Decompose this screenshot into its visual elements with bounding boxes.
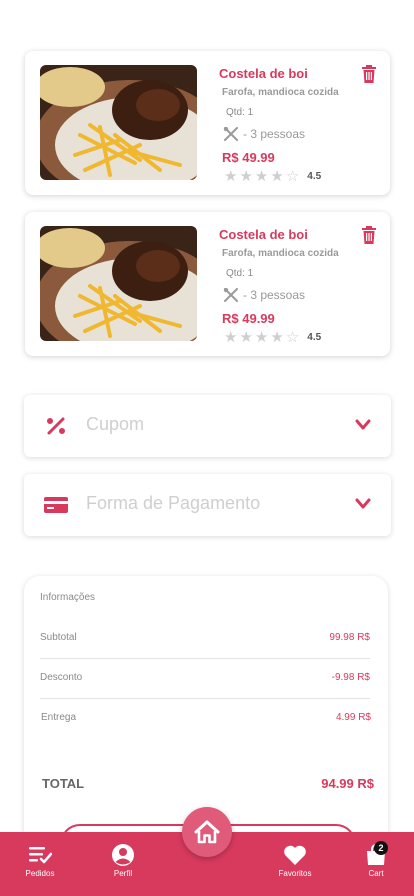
delivery-value: 4.99 R$ bbox=[335, 712, 371, 723]
rating-score: 4.5 bbox=[307, 332, 322, 343]
tab-cart[interactable]: Cart 2 bbox=[346, 841, 406, 878]
item-price: R$ 49.99 bbox=[222, 150, 275, 165]
tab-favorites-label: Favoritos bbox=[278, 869, 312, 878]
user-circle-icon bbox=[112, 844, 134, 866]
total-value: 94.99 R$ bbox=[321, 776, 374, 791]
delivery-label: Entrega bbox=[41, 712, 77, 723]
tab-favorites[interactable]: Favoritos bbox=[265, 844, 325, 878]
tab-orders[interactable]: Pedidos bbox=[10, 844, 70, 878]
payment-method-selector[interactable]: Forma de Pagamento bbox=[24, 474, 391, 536]
item-serves: - 3 pessoas bbox=[223, 288, 305, 302]
home-button[interactable] bbox=[182, 807, 232, 857]
rating-score: 4.5 bbox=[307, 171, 322, 182]
item-title: Costela de boi bbox=[219, 227, 308, 242]
star-icon: ★ bbox=[224, 168, 238, 185]
trash-icon[interactable] bbox=[362, 65, 376, 83]
item-price: R$ 49.99 bbox=[222, 311, 275, 326]
discount-label: Desconto bbox=[40, 672, 83, 683]
discount-value: -9.98 R$ bbox=[331, 672, 370, 683]
item-rating: ★ ★ ★ ★ ☆ 4.5 bbox=[224, 169, 321, 184]
chevron-down-icon[interactable] bbox=[355, 419, 371, 431]
item-quantity: Qtd: 1 bbox=[226, 268, 254, 279]
chevron-down-icon[interactable] bbox=[355, 498, 371, 510]
star-icon: ★ bbox=[270, 168, 284, 185]
tab-orders-label: Pedidos bbox=[25, 869, 55, 878]
total-label: TOTAL bbox=[42, 776, 85, 791]
tab-profile-label: Perfil bbox=[113, 869, 133, 878]
food-photo bbox=[40, 226, 197, 341]
item-description: Farofa, mandioca cozida bbox=[222, 248, 339, 259]
star-half-icon: ☆ bbox=[285, 329, 300, 346]
cart-count-badge: 2 bbox=[374, 841, 388, 855]
discount-row: Desconto -9.98 R$ bbox=[40, 672, 370, 692]
cart-item-card[interactable]: Costela de boi Farofa, mandioca cozida Q… bbox=[25, 51, 390, 195]
star-icon: ★ bbox=[224, 329, 238, 346]
item-rating: ★ ★ ★ ★ ☆ 4.5 bbox=[224, 330, 321, 345]
delivery-row: Entrega 4.99 R$ bbox=[40, 712, 371, 732]
subtotal-value: 99.98 R$ bbox=[329, 632, 370, 643]
cutlery-icon bbox=[223, 288, 238, 302]
divider bbox=[40, 658, 370, 659]
payment-label: Forma de Pagamento bbox=[86, 493, 261, 513]
item-serves: - 3 pessoas bbox=[223, 127, 305, 141]
coupon-selector[interactable]: Cupom bbox=[24, 395, 391, 457]
coupon-label: Cupom bbox=[86, 414, 145, 434]
trash-icon[interactable] bbox=[362, 226, 376, 244]
tab-cart-label: Cart bbox=[368, 869, 384, 878]
subtotal-label: Subtotal bbox=[40, 632, 77, 643]
cart-item-card[interactable]: Costela de boi Farofa, mandioca cozida Q… bbox=[25, 212, 390, 356]
percent-icon bbox=[47, 417, 65, 435]
star-icon: ★ bbox=[239, 168, 253, 185]
item-description: Farofa, mandioca cozida bbox=[222, 87, 339, 98]
heart-icon bbox=[284, 845, 306, 865]
star-icon: ★ bbox=[239, 329, 253, 346]
star-icon: ★ bbox=[254, 168, 269, 185]
serves-label: - 3 pessoas bbox=[243, 288, 306, 302]
item-quantity: Qtd: 1 bbox=[226, 107, 254, 118]
list-check-icon bbox=[29, 847, 52, 864]
serves-label: - 3 pessoas bbox=[243, 127, 306, 141]
star-icon: ★ bbox=[254, 329, 269, 346]
item-title: Costela de boi bbox=[219, 66, 308, 81]
divider bbox=[40, 698, 370, 699]
cutlery-icon bbox=[223, 127, 238, 141]
summary-heading: Informações bbox=[40, 592, 96, 603]
star-half-icon: ☆ bbox=[285, 168, 300, 185]
food-photo bbox=[40, 65, 197, 180]
star-icon: ★ bbox=[270, 329, 284, 346]
tab-profile[interactable]: Perfil bbox=[93, 844, 153, 878]
credit-card-icon bbox=[44, 497, 68, 513]
home-icon bbox=[194, 820, 220, 844]
subtotal-row: Subtotal 99.98 R$ bbox=[40, 632, 370, 652]
